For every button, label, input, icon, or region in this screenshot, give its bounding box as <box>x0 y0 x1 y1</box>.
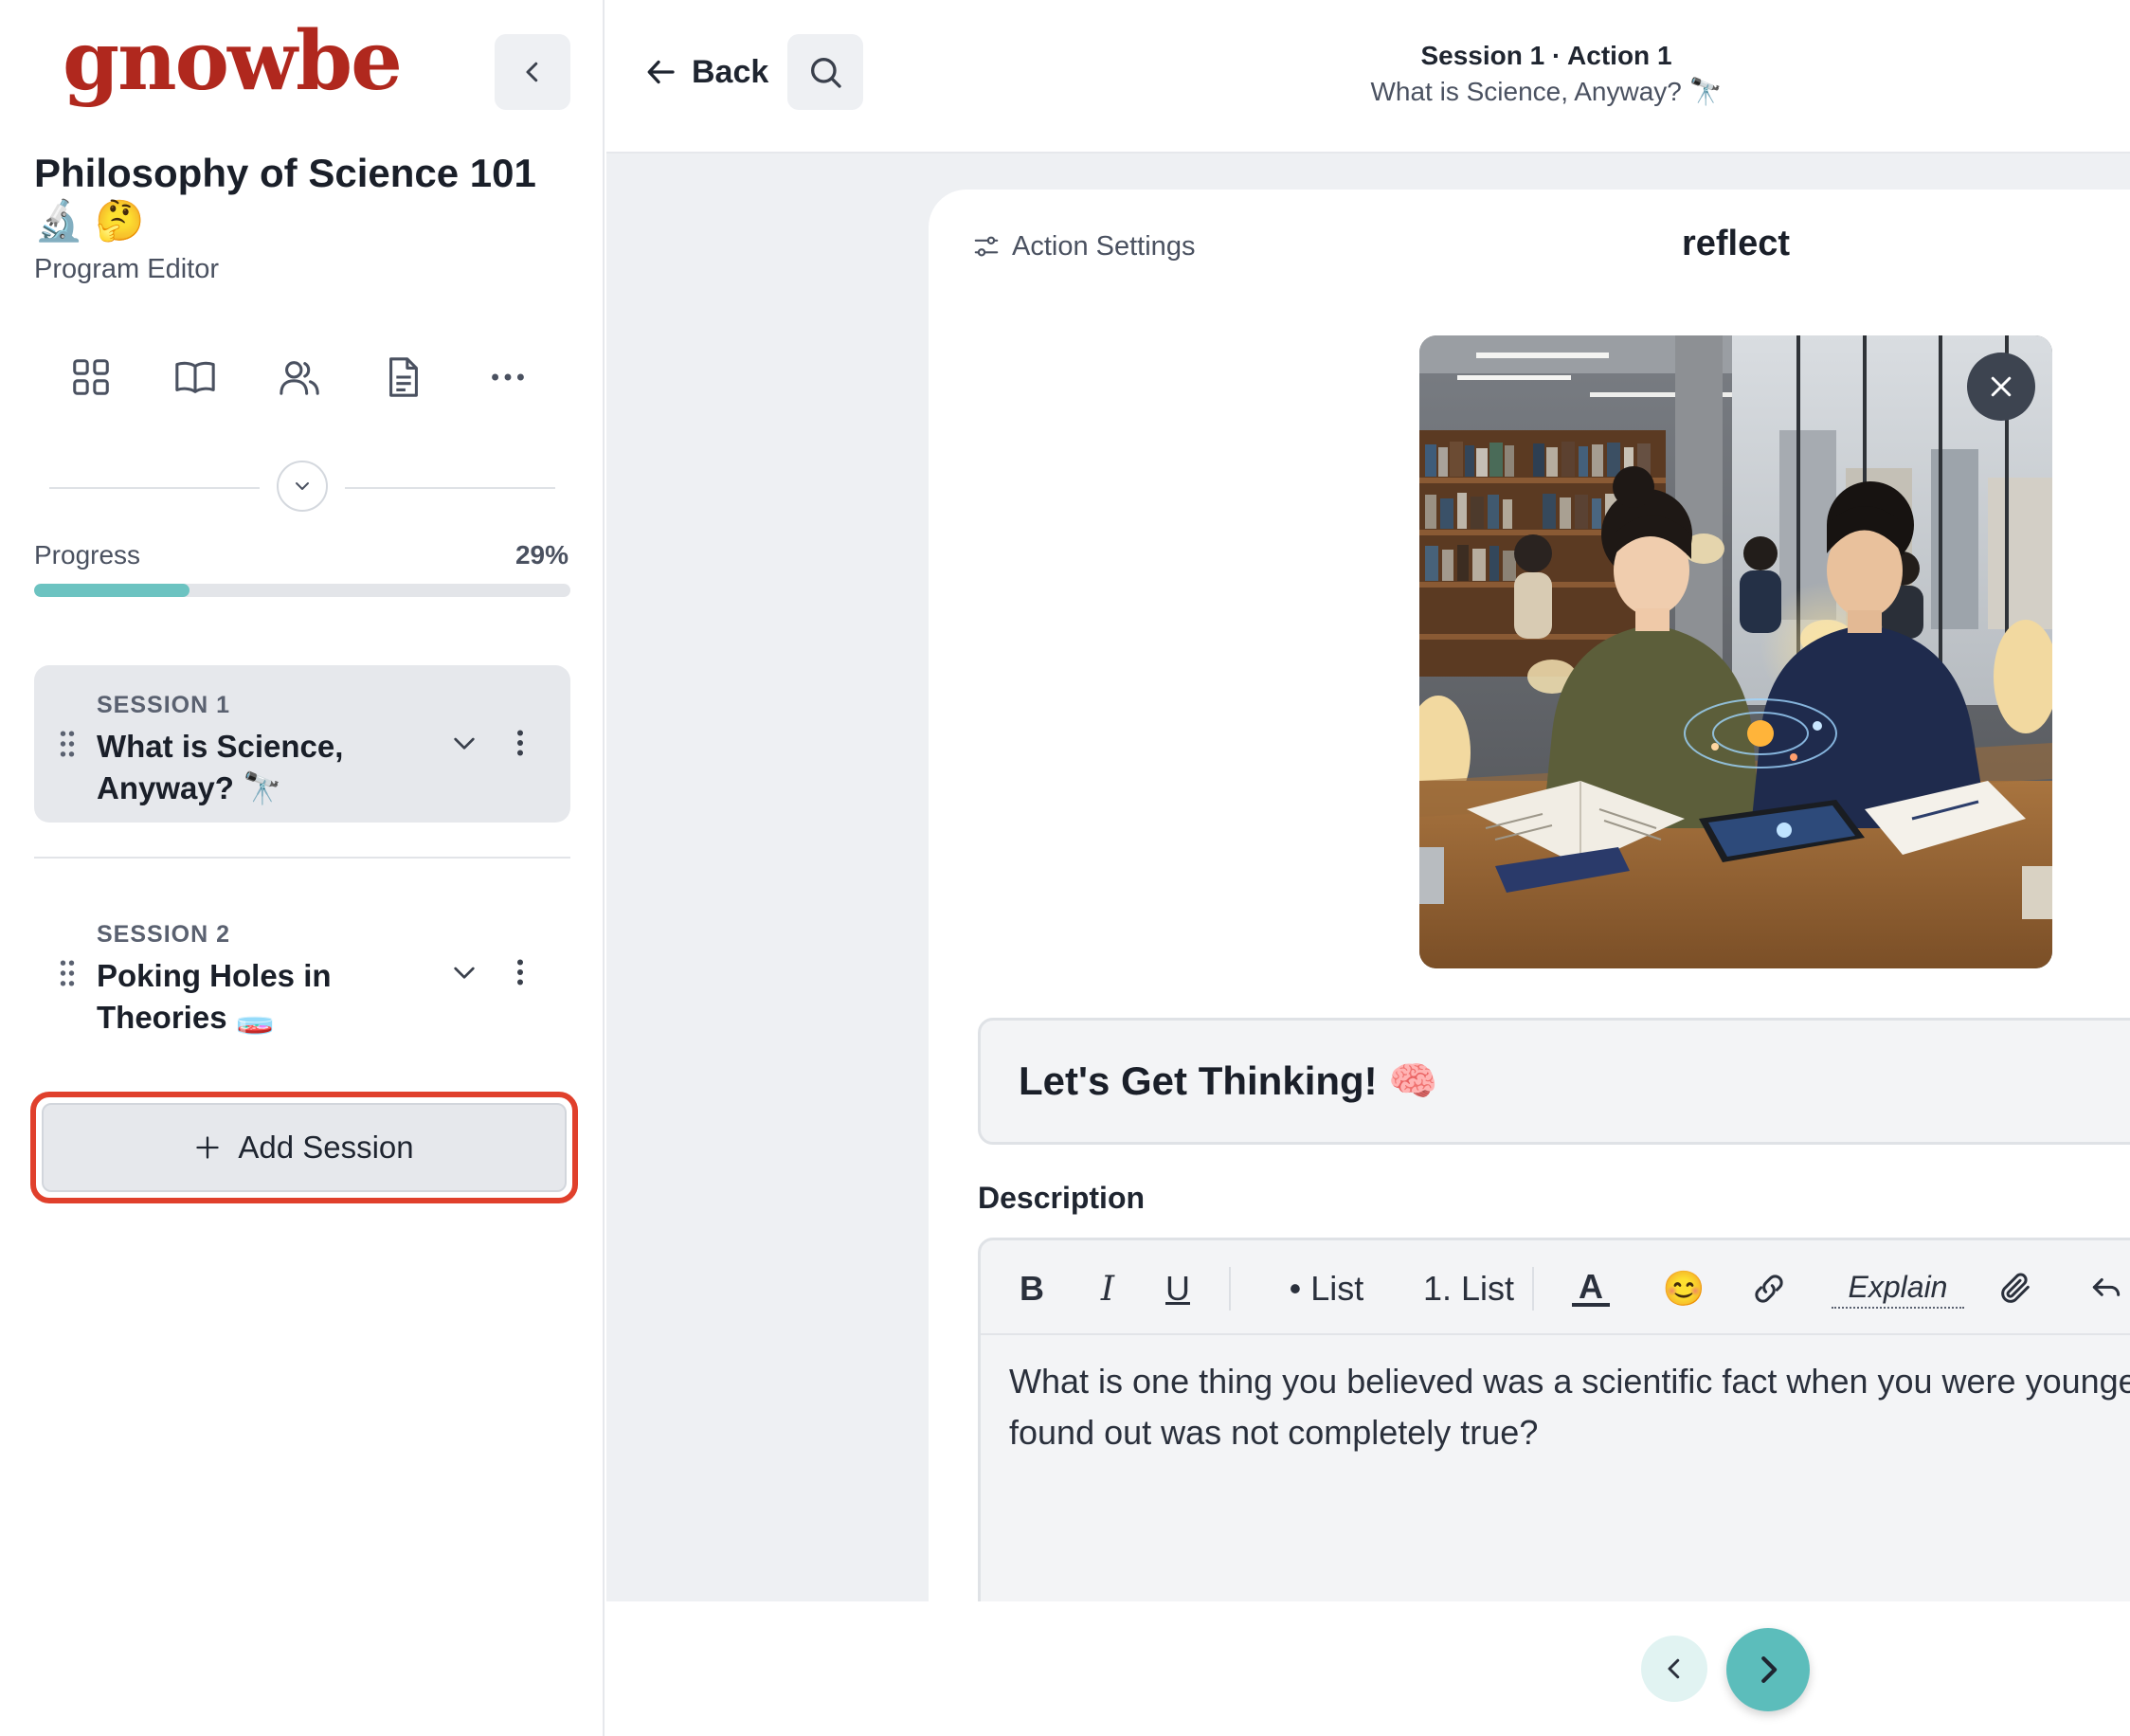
chevron-down-icon <box>296 482 309 490</box>
program-subtitle: Program Editor <box>34 254 220 284</box>
sidebar: gnowbe Philosophy of Science 101 🔬 🤔 Pro… <box>0 0 605 1736</box>
arrow-left-icon <box>647 60 675 84</box>
expand-divider <box>49 461 555 514</box>
next-action-button[interactable] <box>1726 1628 1810 1711</box>
action-title-input[interactable]: Let's Get Thinking! 🧠 <box>978 1018 2130 1145</box>
link-button[interactable] <box>1748 1267 1790 1311</box>
drag-handle-icon[interactable] <box>59 895 76 1052</box>
progress-bar <box>34 584 570 597</box>
text-color-bar <box>1572 1303 1610 1307</box>
description-label: Description <box>978 1181 1146 1215</box>
action-settings-button[interactable]: Action Settings <box>972 227 1195 265</box>
action-type-title: reflect <box>1681 224 1791 263</box>
more-icon[interactable] <box>479 349 536 406</box>
bold-button[interactable]: B <box>1015 1267 1049 1311</box>
kebab-menu-icon[interactable] <box>506 722 534 764</box>
attach-button[interactable] <box>1995 1267 2036 1311</box>
chevron-right-icon <box>1761 1656 1778 1683</box>
action-settings-label: Action Settings <box>1012 230 1196 262</box>
toolbar-divider <box>1532 1267 1534 1311</box>
session-title: Poking Holes in Theories 🧫 <box>97 958 332 1035</box>
breadcrumb: Session 1 · Action 1 What is Science, An… <box>1328 38 1764 110</box>
sliders-icon <box>974 236 999 257</box>
emoji-button[interactable]: 😊 <box>1663 1267 1706 1311</box>
progress-label: Progress <box>34 540 141 570</box>
editor-toolbar: B I U • List 1. List A 😊 Explain <box>981 1240 2130 1335</box>
text-color-button[interactable]: A <box>1570 1267 1612 1311</box>
link-icon <box>1755 1275 1783 1303</box>
session-item-1[interactable]: SESSION 1 What is Science, Anyway? 🔭 <box>34 665 570 823</box>
back-label: Back <box>692 53 769 90</box>
top-header: Back Session 1 · Action 1 What is Scienc… <box>606 0 2130 154</box>
underline-button[interactable]: U <box>1159 1267 1197 1311</box>
bullet-list-button[interactable]: • List <box>1265 1267 1388 1311</box>
drag-handle-icon[interactable] <box>59 665 76 823</box>
book-icon[interactable] <box>167 349 224 406</box>
session-title: What is Science, Anyway? 🔭 <box>97 729 344 805</box>
program-title: Philosophy of Science 101 🔬 🤔 <box>34 151 536 243</box>
action-image[interactable] <box>1419 335 2052 968</box>
logo-text: gnowbe <box>63 13 403 109</box>
breadcrumb-session-title: What is Science, Anyway? 🔭 <box>1370 77 1723 106</box>
numbered-list-button[interactable]: 1. List <box>1398 1267 1540 1311</box>
add-session-label: Add Session <box>238 1130 414 1165</box>
search-icon <box>811 58 841 88</box>
toolbar-divider <box>1229 1267 1231 1311</box>
paperclip-icon <box>2001 1273 2030 1303</box>
italic-button[interactable]: I <box>1091 1267 1125 1311</box>
text-color-letter: A <box>1579 1267 1603 1306</box>
explain-button[interactable]: Explain <box>1832 1267 1964 1309</box>
collapse-sidebar-button[interactable] <box>495 34 570 110</box>
chevron-down-icon[interactable] <box>443 722 485 764</box>
chevron-down-icon[interactable] <box>443 951 485 993</box>
close-icon <box>1991 376 2012 397</box>
footer-nav <box>606 1601 2130 1736</box>
session-item-2[interactable]: SESSION 2 Poking Holes in Theories 🧫 <box>34 895 570 1052</box>
remove-image-button[interactable] <box>1967 353 2035 421</box>
session-divider <box>34 857 570 859</box>
progress-fill <box>34 584 190 597</box>
program-nav <box>63 349 536 406</box>
chevron-left-icon <box>1668 1658 1680 1679</box>
description-editor[interactable]: B I U • List 1. List A 😊 Explain What is… <box>978 1238 2130 1617</box>
breadcrumb-session-action: Session 1 · Action 1 <box>1420 41 1672 70</box>
document-icon[interactable] <box>375 349 432 406</box>
expand-toggle[interactable] <box>277 461 328 512</box>
add-session-button[interactable]: Add Session <box>42 1103 567 1192</box>
grid-icon[interactable] <box>63 349 119 406</box>
action-title-text: Let's Get Thinking! 🧠 <box>1019 1058 1438 1103</box>
kebab-menu-icon[interactable] <box>506 951 534 993</box>
previous-action-button[interactable] <box>1641 1636 1707 1702</box>
chevron-left-icon <box>526 62 538 82</box>
description-text[interactable]: What is one thing you believed was a sci… <box>1009 1356 2130 1458</box>
back-button[interactable]: Back <box>644 44 768 100</box>
users-icon[interactable] <box>271 349 328 406</box>
search-button[interactable] <box>787 34 863 110</box>
gnowbe-logo[interactable]: gnowbe <box>63 21 403 102</box>
session-label: SESSION 2 <box>97 921 230 948</box>
session-label: SESSION 1 <box>97 692 230 718</box>
undo-button[interactable] <box>2087 1267 2125 1311</box>
library-students-illustration <box>1419 335 2052 968</box>
plus-icon <box>196 1136 220 1159</box>
progress-value: 29% <box>514 540 569 570</box>
undo-icon <box>2092 1277 2121 1296</box>
